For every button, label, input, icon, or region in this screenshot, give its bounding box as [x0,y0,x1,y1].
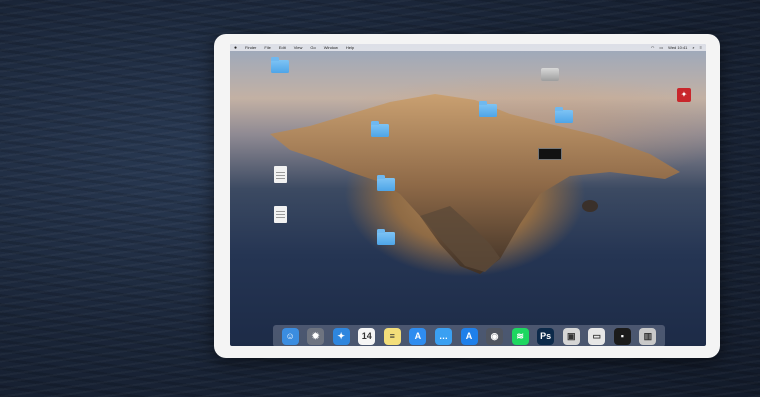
menu-help[interactable]: Help [346,45,354,50]
desktop-drive[interactable] [528,68,572,83]
finder-window-icon[interactable]: ▭ [588,327,606,345]
folder-icon [377,175,395,191]
desktop-folder-4[interactable] [542,107,586,125]
app-store-2-icon[interactable]: A [460,327,478,345]
app-store-icon[interactable]: A [409,327,427,345]
trash-icon[interactable]: ▥ [639,327,657,345]
folder-icon [271,57,289,73]
document-icon [273,206,287,223]
hard-drive-icon [541,68,559,81]
menu-view[interactable]: View [294,45,303,50]
messages-icon[interactable]: … [434,327,452,345]
desktop-folder-2[interactable] [358,121,402,139]
apple-menu-icon[interactable]: ● [234,45,237,51]
menu-edit[interactable]: Edit [279,45,286,50]
folder-icon [555,107,573,123]
menu-window[interactable]: Window [324,45,338,50]
document-icon [273,166,287,183]
tablet-frame: ● Finder File Edit View Go Window Help ◠… [214,34,720,358]
desktop-folder-3[interactable] [466,101,510,119]
menu-finder[interactable]: Finder [245,45,256,50]
menu-file[interactable]: File [264,45,270,50]
screenshot-icon[interactable]: ◉ [486,327,504,345]
catalina-island-wallpaper [270,94,690,294]
wifi-icon[interactable]: ◠ [651,45,655,50]
app-icon: ✦ [677,88,691,102]
safari-icon[interactable]: ✦ [332,327,350,345]
launchpad-icon[interactable]: ✹ [307,327,325,345]
desktop-document-1[interactable] [258,166,302,185]
folder-icon [377,229,395,245]
desktop-folder-6[interactable] [364,229,408,247]
mac-desktop-screen: ● Finder File Edit View Go Window Help ◠… [230,44,706,346]
spotlight-icon[interactable]: ⌕ [692,45,694,50]
menu-go[interactable]: Go [310,45,315,50]
preview-icon[interactable]: ▣ [562,327,580,345]
desktop-document-2[interactable] [258,206,302,225]
finder-icon[interactable]: ☺ [281,327,299,345]
screen-icon [538,148,562,160]
battery-icon[interactable]: ▭ [659,45,663,50]
desktop-folder-5[interactable] [364,175,408,193]
menu-bar: ● Finder File Edit View Go Window Help ◠… [230,44,706,51]
desktop-red-app[interactable]: ✦ [662,88,706,104]
clock[interactable]: Wed 10:41 [668,45,687,50]
terminal-icon[interactable]: ▪ [613,327,631,345]
desktop-folder-1[interactable] [258,57,302,75]
notes-icon[interactable]: ≡ [383,327,401,345]
folder-icon [371,121,389,137]
dock: ☺ ✹ ✦ 14 ≡ A … A ◉ ≋ Ps ▣ ▭ ▪ ▥ [273,325,665,346]
spotify-icon[interactable]: ≋ [511,327,529,345]
control-center-icon[interactable]: ≡ [700,45,702,50]
folder-icon [479,101,497,117]
photoshop-icon[interactable]: Ps [537,327,555,345]
calendar-icon[interactable]: 14 [358,327,376,345]
desktop-dark-app[interactable] [528,148,572,162]
